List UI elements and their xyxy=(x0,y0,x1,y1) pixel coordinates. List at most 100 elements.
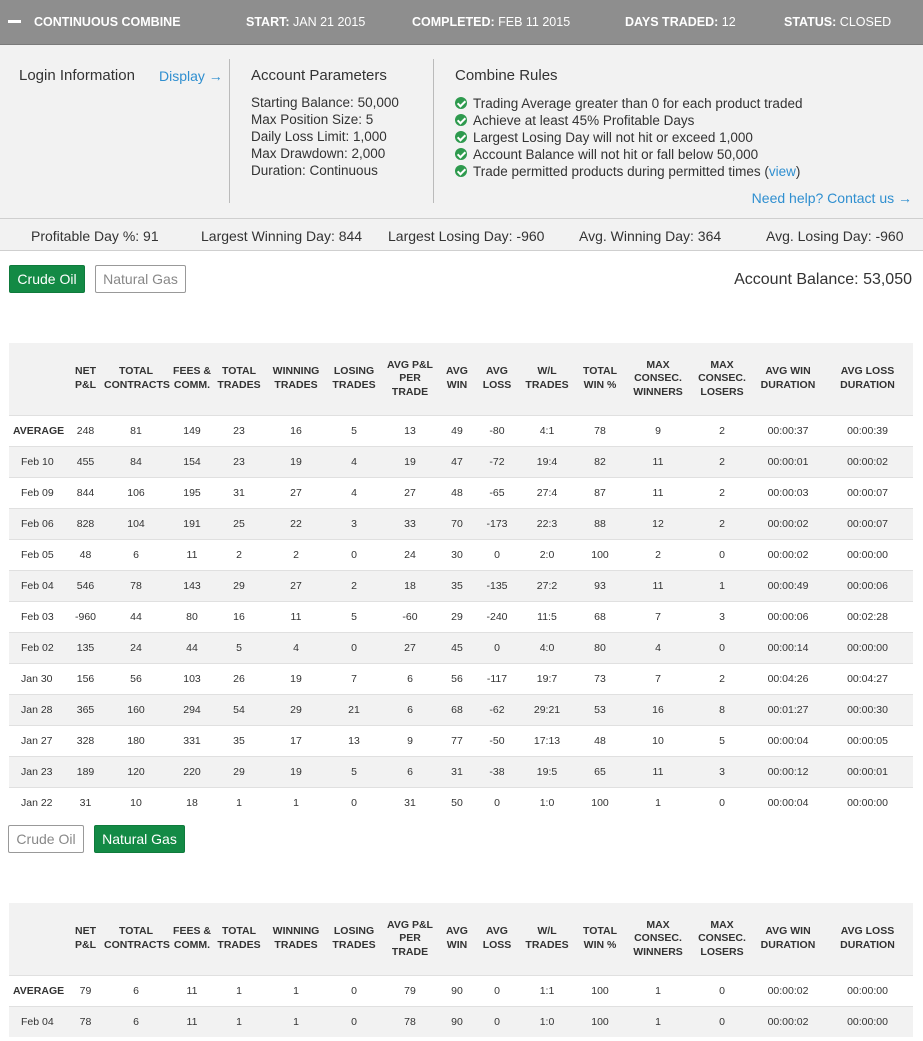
table-cell: 16 xyxy=(264,414,328,446)
table-cell: -960 xyxy=(69,600,102,632)
column-header: AVG WIN xyxy=(440,343,474,415)
table-cell: 6 xyxy=(102,974,170,1006)
table-cell: 8 xyxy=(690,693,754,725)
table-cell: 00:04:27 xyxy=(822,662,913,694)
row-date: Feb 04 xyxy=(9,569,69,601)
table-cell: 11 xyxy=(170,1005,214,1037)
table-cell: 45 xyxy=(440,631,474,663)
column-header: MAX CONSEC. WINNERS xyxy=(626,903,690,975)
table-cell: 00:00:02 xyxy=(754,507,822,539)
table-cell: 00:00:07 xyxy=(822,507,913,539)
table-cell: 00:00:30 xyxy=(822,693,913,725)
contact-help-link[interactable]: Need help? Contact us → xyxy=(752,190,912,206)
table-cell: 6 xyxy=(380,662,440,694)
column-header: TOTAL CONTRACTS xyxy=(102,343,170,415)
table-cell: 294 xyxy=(170,693,214,725)
table-cell: 93 xyxy=(574,569,626,601)
summary-stats-bar: Profitable Day %: 91 Largest Winning Day… xyxy=(0,219,923,251)
avg-losing-day: Avg. Losing Day: -960 xyxy=(766,228,904,244)
table-cell: 29 xyxy=(214,569,264,601)
table-cell: 19:5 xyxy=(520,755,574,787)
table-cell: 0 xyxy=(474,631,520,663)
table-cell: 106 xyxy=(102,476,170,508)
status: STATUS: CLOSED xyxy=(784,15,891,29)
table-cell: 1:1 xyxy=(520,974,574,1006)
table-cell: 18 xyxy=(170,786,214,818)
table-cell: 00:00:00 xyxy=(822,786,913,818)
table-cell: 00:00:37 xyxy=(754,414,822,446)
table-row: Feb 09 844 106 195 31 27 4 27 48 -65 27:4 87 11 2 00:0… xyxy=(9,476,913,508)
table-cell: 1:0 xyxy=(520,786,574,818)
table-cell: 00:00:06 xyxy=(754,600,822,632)
param-max-drawdown: Max Drawdown: 2,000 xyxy=(251,146,386,161)
combine-rules-list: Trading Average greater than 0 for each … xyxy=(455,95,802,180)
table-row: Feb 02 135 24 44 5 4 0 27 45 0 4:0 80 4 0 00:00:14 00:0… xyxy=(9,631,913,663)
table-cell: 18 xyxy=(380,569,440,601)
table-cell: 00:00:00 xyxy=(822,631,913,663)
table-cell: 30 xyxy=(440,538,474,570)
check-circle-icon xyxy=(455,114,467,126)
table-cell: 0 xyxy=(328,974,380,1006)
table-cell: 7 xyxy=(626,662,690,694)
table-cell: 29:21 xyxy=(520,693,574,725)
table-cell: 29 xyxy=(440,600,474,632)
column-header: TOTAL TRADES xyxy=(214,903,264,975)
table-cell: 10 xyxy=(102,786,170,818)
table-cell: 365 xyxy=(69,693,102,725)
table-cell: 17:13 xyxy=(520,724,574,756)
table-cell: 2 xyxy=(264,538,328,570)
tab-crude-oil[interactable]: Crude Oil xyxy=(8,825,84,853)
tab-crude-oil[interactable]: Crude Oil xyxy=(9,265,85,293)
table-header-row: NET P&L TOTAL CONTRACTS FEES & COMM. TOTAL … xyxy=(9,343,913,415)
divider xyxy=(229,59,230,203)
table-cell: 248 xyxy=(69,414,102,446)
row-date: Feb 09 xyxy=(9,476,69,508)
largest-losing-day: Largest Losing Day: -960 xyxy=(388,228,545,244)
table-cell: 00:00:01 xyxy=(822,755,913,787)
table-cell: -135 xyxy=(474,569,520,601)
table-cell: 23 xyxy=(214,414,264,446)
table-cell: 0 xyxy=(474,538,520,570)
table-row: Jan 22 31 10 18 1 1 0 31 50 0 1:0 100 1 0 00:00:04 00:0… xyxy=(9,786,913,818)
table-cell: 5 xyxy=(328,414,380,446)
table-cell: 1 xyxy=(214,786,264,818)
table-cell: 00:00:02 xyxy=(754,1005,822,1037)
column-header: LOSING TRADES xyxy=(328,903,380,975)
login-info-title: Login Information xyxy=(19,67,135,84)
table-cell: 54 xyxy=(214,693,264,725)
table-cell: 160 xyxy=(102,693,170,725)
table-cell: 9 xyxy=(626,414,690,446)
tab-natural-gas[interactable]: Natural Gas xyxy=(95,265,186,293)
table-cell: 100 xyxy=(574,974,626,1006)
table-cell: 189 xyxy=(69,755,102,787)
table-row: Jan 23 189 120 220 29 19 5 6 31 -38 19:5 65 11 3 00:00… xyxy=(9,755,913,787)
tab-natural-gas[interactable]: Natural Gas xyxy=(94,825,185,853)
average-row: AVERAGE 248 81 149 23 16 5 13 49 -80 4:1 78 9 2 00:00:… xyxy=(9,414,913,446)
table-cell: 11 xyxy=(626,569,690,601)
table-cell: 48 xyxy=(69,538,102,570)
rule-item: Achieve at least 45% Profitable Days xyxy=(455,112,802,129)
table-cell: 1 xyxy=(214,974,264,1006)
row-date: Feb 06 xyxy=(9,507,69,539)
table-cell: 27:2 xyxy=(520,569,574,601)
view-permitted-link[interactable]: view xyxy=(769,164,796,179)
table-cell: 2 xyxy=(690,476,754,508)
table-cell: 0 xyxy=(690,974,754,1006)
table-cell: 84 xyxy=(102,445,170,477)
table-cell: 4 xyxy=(328,445,380,477)
display-login-link[interactable]: Display → xyxy=(159,68,223,84)
check-circle-icon xyxy=(455,165,467,177)
start-label: START: xyxy=(246,15,290,29)
table-cell: 1 xyxy=(264,974,328,1006)
table-cell: 828 xyxy=(69,507,102,539)
table-cell: 22 xyxy=(264,507,328,539)
table-cell: 11 xyxy=(170,538,214,570)
table-cell: 77 xyxy=(440,724,474,756)
table-row: Feb 06 828 104 191 25 22 3 33 70 -173 22:3 88 12 2 00:… xyxy=(9,507,913,539)
table-cell: 31 xyxy=(69,786,102,818)
table-cell: 16 xyxy=(214,600,264,632)
column-header: WINNING TRADES xyxy=(264,343,328,415)
table-row: Feb 04 546 78 143 29 27 2 18 35 -135 27:2 93 11 1 00:0… xyxy=(9,569,913,601)
table-cell: 191 xyxy=(170,507,214,539)
minus-icon[interactable] xyxy=(8,20,21,23)
